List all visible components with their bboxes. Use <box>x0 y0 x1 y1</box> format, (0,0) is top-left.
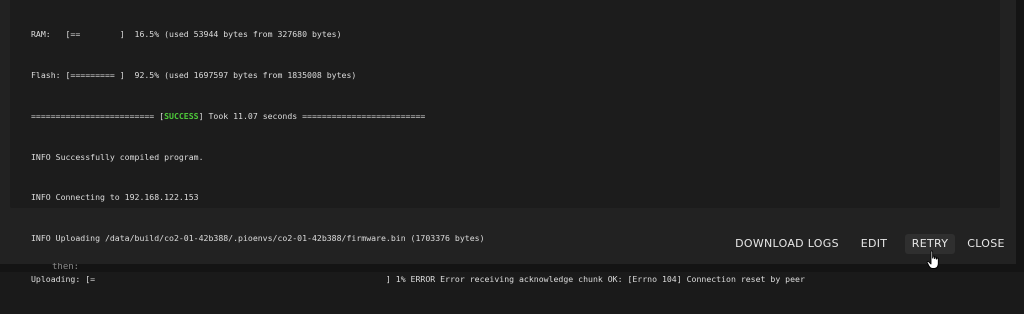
close-button[interactable]: CLOSE <box>962 234 1010 254</box>
log-line-connecting: INFO Connecting to 192.168.122.153 <box>31 192 199 203</box>
dialog-actions: DOWNLOAD LOGS EDIT RETRY CLOSE <box>0 226 1016 262</box>
background-code-text: then: <box>52 263 80 272</box>
install-dialog: RAM: [== ] 16.5% (used 53944 bytes from … <box>0 0 1016 284</box>
log-line-flash: Flash: [========= ] 92.5% (used 1697597 … <box>31 69 357 80</box>
hand-pointer-icon <box>926 250 939 269</box>
log-output: RAM: [== ] 16.5% (used 53944 bytes from … <box>31 1 805 314</box>
log-line-success: ========================= [SUCCESS] Took… <box>31 110 805 124</box>
log-line-compiled: INFO Successfully compiled program. <box>31 151 204 162</box>
log-output-panel: RAM: [== ] 16.5% (used 53944 bytes from … <box>10 0 1000 284</box>
log-line-ram: RAM: [== ] 16.5% (used 53944 bytes from … <box>31 29 342 40</box>
log-line-upload-error: Uploading: [= ] 1% ERROR Error receiving… <box>31 273 805 284</box>
success-status: SUCCESS <box>164 110 199 121</box>
download-logs-button[interactable]: DOWNLOAD LOGS <box>731 234 843 254</box>
edit-button[interactable]: EDIT <box>855 234 893 254</box>
success-suffix: ] Took 11.07 seconds ===================… <box>198 110 426 121</box>
success-prefix: ========================= [ <box>31 110 165 121</box>
